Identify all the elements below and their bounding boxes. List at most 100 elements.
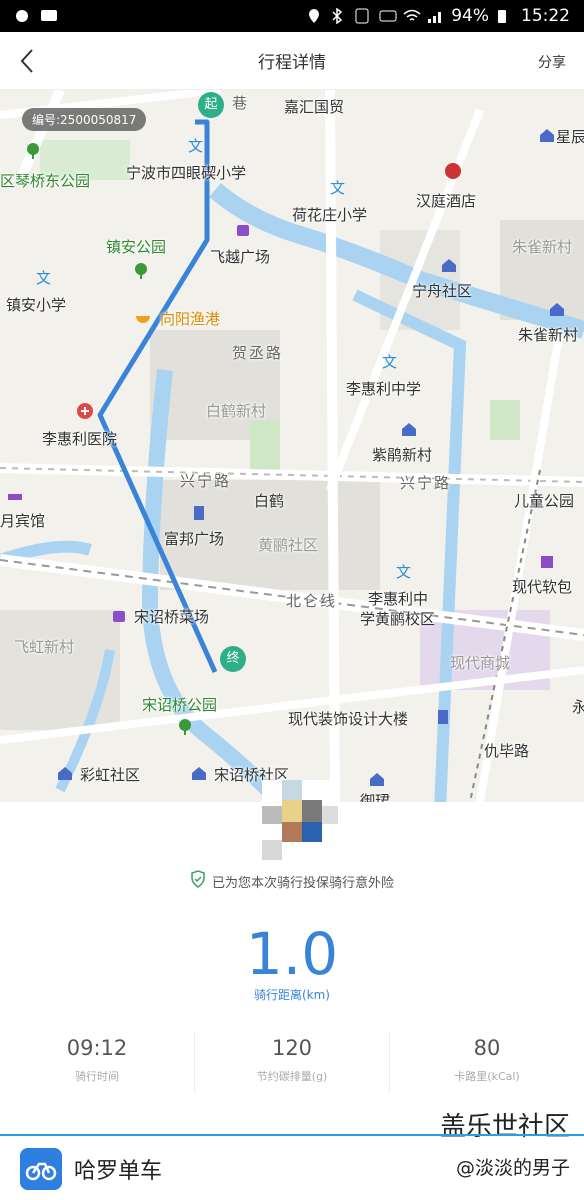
school-icon: 文 [34,268,52,286]
building-icon [190,504,208,522]
map-label: 汉庭酒店 [416,192,477,210]
map-label: 荷花庄小学 [292,206,368,224]
hd-icon [379,8,397,24]
building-icon [434,708,452,726]
stat-value: 80 [473,1036,501,1060]
map-label: 镇安公园 [106,238,167,256]
battery-icon [497,8,513,24]
map-label: 仇毕路 [484,742,530,760]
stat-ride-time: 09:12 骑行时间 [0,1032,195,1092]
market-icon [110,606,128,624]
map-label: 飞越广场 [210,248,271,266]
map-label: 富邦广场 [164,530,225,548]
map-label: 李惠利中 [368,590,429,608]
ride-summary-panel: 已为您本次骑行投保骑行意外险 1.0 骑行距离(km) 09:12 骑行时间 1… [0,780,584,1200]
distance-value: 1.0 [245,920,339,988]
distance-label: 骑行距离(km) [253,988,330,1002]
residence-icon [440,256,458,274]
school-icon: 文 [394,562,412,580]
map-label: 现代装饰设计大楼 [288,710,409,728]
residence-icon [538,126,556,144]
map-label: 贺丞路 [232,344,284,362]
residence-icon [56,764,74,782]
stat-label: 卡路里(kCal) [454,1070,520,1083]
park-icon [176,718,194,736]
stat-value: 120 [271,1036,313,1060]
map-label: 宁舟社区 [412,282,473,300]
map-label: 飞虹新村 [14,638,75,656]
clock: 15:22 [521,6,570,26]
residence-icon [190,764,208,782]
map-label: 宋诏桥菜场 [134,608,210,626]
map-label: 月宾馆 [0,512,46,530]
map-label: 李惠利医院 [42,430,118,448]
map-label: 白鹤新村 [206,402,267,420]
app-bar: 行程详情 分享 [0,32,584,90]
map-label: 李惠利中学 [346,380,422,398]
divider [0,1134,584,1136]
map-label: 向阳渔港 [160,310,221,328]
restaurant-icon [134,308,152,326]
map-label: 宋诏桥公园 [142,696,218,714]
stat-label: 骑行时间 [75,1070,119,1083]
map-label: 儿童公园 [514,492,575,510]
school-icon: 文 [380,352,398,370]
map-label: 彩虹社区 [80,766,141,784]
ride-stats: 09:12 骑行时间 120 节约碳排量(g) 80 卡路里(kCal) [0,1032,584,1092]
watermark-user: @淡淡的男子 [455,1157,570,1179]
park-icon [132,262,150,280]
map-label: 学黄鹂校区 [360,610,436,628]
ride-id-tag: 编号:2500050817 [22,108,147,131]
map-label: 永 [572,698,584,716]
map-label: 镇安小学 [6,296,67,314]
map-label: 紫鹃新村 [372,446,433,464]
shop-icon [538,552,556,570]
hotel-bed-icon [6,486,24,504]
map-label: 区琴桥东公园 [0,172,91,190]
svg-text:文: 文 [396,563,411,580]
map-label: 朱雀新村 [518,326,579,344]
insurance-text: 已为您本次骑行投保骑行意外险 [211,875,394,891]
map-label: 现代软包 [512,578,573,596]
route-map[interactable]: 编号:2500050817 起 终 嘉汇国贸 星辰 区琴桥东公园 宁波市四眼碶小… [0,90,584,802]
svg-text:文: 文 [188,137,203,154]
map-label: 北仑线 [286,592,338,610]
end-marker: 终 [220,646,246,672]
map-label: 黄鹂社区 [258,536,319,554]
watermark-title: 盖乐世社区 [439,1112,570,1142]
message-icon [40,8,57,24]
stat-label: 节约碳排量(g) [256,1070,328,1083]
school-icon: 文 [186,136,204,154]
share-button[interactable]: 分享 [538,52,566,72]
map-label: 白鹤 [254,492,285,510]
svg-text:文: 文 [382,353,397,370]
stat-value: 09:12 [66,1036,128,1060]
watermark: 盖乐世社区 @淡淡的男子 [440,1106,570,1180]
svg-text:文: 文 [330,179,345,196]
status-bar: 94% 15:22 [0,0,584,32]
map-label: 星辰 [556,128,584,146]
map-label: 宁波市四眼碶小学 [126,164,247,182]
brand-footer: 哈罗单车 [20,1148,162,1190]
hotel-icon [444,162,462,180]
park-icon [24,142,42,160]
page-title: 行程详情 [258,53,326,73]
hospital-icon [76,402,94,420]
svg-text:文: 文 [36,269,51,286]
notification-icon [14,8,30,24]
user-avatar [262,780,338,864]
signal-icon [427,8,443,24]
map-label: 现代商城 [450,654,511,672]
bluetooth-icon [331,7,347,25]
location-icon [307,8,323,24]
nfc-icon [355,8,371,24]
wifi-icon [403,8,421,24]
shopping-icon [234,220,252,238]
residence-icon [400,420,418,438]
bike-logo-icon [20,1148,62,1190]
residence-icon [548,300,566,318]
residence-icon [368,770,386,788]
back-arrow-icon[interactable] [14,46,44,76]
map-label: 兴宁路 [180,472,232,490]
brand-name: 哈罗单车 [74,1159,163,1184]
